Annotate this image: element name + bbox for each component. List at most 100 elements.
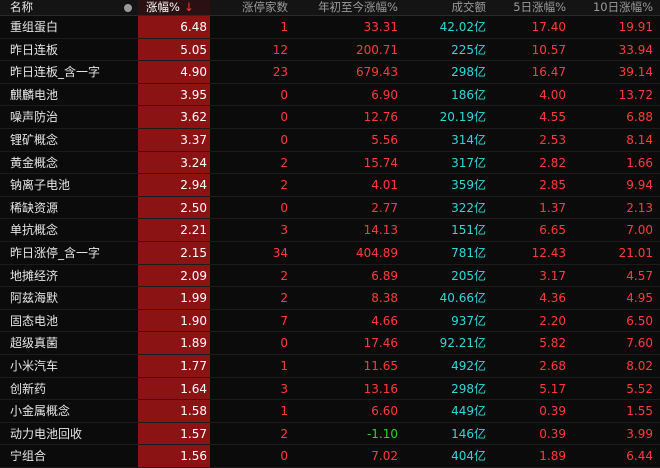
row-limit-count: 3 [280, 223, 288, 238]
column-header-name[interactable]: 名称 [0, 0, 118, 15]
row-pct: 3.62 [138, 106, 210, 128]
row-5d: 5.82 [539, 336, 566, 351]
column-header-dot[interactable] [118, 0, 138, 15]
row-ytd: 4.66 [371, 313, 398, 328]
row-amount: 186亿 [451, 87, 486, 102]
row-dot [118, 287, 138, 309]
row-dot [118, 152, 138, 174]
row-10d: 39.14 [618, 65, 653, 80]
table-row[interactable]: 固态电池 1.90 7 4.66 937亿 2.20 6.50 [0, 309, 660, 333]
row-dot [118, 265, 138, 287]
row-pct: 1.58 [138, 400, 210, 422]
row-limit-count: 0 [280, 200, 288, 215]
row-10d: 21.01 [618, 245, 653, 260]
table-row[interactable]: 地摊经济 2.09 2 6.89 205亿 3.17 4.57 [0, 264, 660, 288]
row-pct: 3.95 [138, 83, 210, 106]
row-pct: 2.15 [138, 241, 210, 264]
table-row[interactable]: 阿兹海默 1.99 2 8.38 40.66亿 4.36 4.95 [0, 287, 660, 310]
row-ytd: 679.43 [356, 65, 398, 80]
column-header-amount[interactable]: 成交额 [400, 0, 488, 15]
row-5d: 4.00 [539, 87, 566, 102]
column-header-10d[interactable]: 10日涨幅% [568, 0, 660, 15]
row-5d: 0.39 [539, 404, 566, 419]
table-row[interactable]: 昨日连板_含一字 4.90 23 679.43 298亿 16.47 39.14 [0, 61, 660, 84]
table-row[interactable]: 动力电池回收 1.57 2 -1.10 146亿 0.39 3.99 [0, 422, 660, 446]
row-name: 地摊经济 [10, 268, 59, 283]
table-row[interactable]: 黄金概念 3.24 2 15.74 317亿 2.82 1.66 [0, 151, 660, 175]
table-row[interactable]: 麒麟电池 3.95 0 6.90 186亿 4.00 13.72 [0, 83, 660, 107]
table-row[interactable]: 稀缺资源 2.50 0 2.77 322亿 1.37 2.13 [0, 196, 660, 220]
row-10d: 6.50 [626, 313, 653, 328]
row-ytd: 12.76 [363, 110, 398, 125]
column-header-ytd[interactable]: 年初至今涨幅% [290, 0, 400, 15]
row-dot [118, 400, 138, 422]
row-dot [118, 84, 138, 106]
row-10d: 6.88 [626, 110, 653, 125]
table-row[interactable]: 昨日连板 5.05 12 200.71 225亿 10.57 33.94 [0, 38, 660, 62]
row-limit-count: 3 [280, 381, 288, 396]
row-10d: 2.13 [626, 200, 653, 215]
row-pct: 4.90 [138, 61, 210, 83]
table-row[interactable]: 超级真菌 1.89 0 17.46 92.21亿 5.82 7.60 [0, 332, 660, 355]
row-limit-count: 0 [280, 132, 288, 147]
column-header-pct[interactable]: 涨幅% ↓ [138, 0, 210, 15]
row-amount: 322亿 [451, 200, 486, 215]
table-row[interactable]: 小米汽车 1.77 1 11.65 492亿 2.68 8.02 [0, 354, 660, 378]
row-5d: 0.39 [539, 426, 566, 441]
row-pct: 1.77 [138, 354, 210, 377]
table-row[interactable]: 钠离子电池 2.94 2 4.01 359亿 2.85 9.94 [0, 174, 660, 197]
row-name: 固态电池 [10, 313, 59, 328]
row-name: 动力电池回收 [10, 426, 83, 441]
row-dot [118, 197, 138, 219]
row-pct: 2.21 [138, 219, 210, 241]
row-pct: 1.89 [138, 332, 210, 354]
row-name: 黄金概念 [10, 155, 59, 170]
column-header-limit-count[interactable]: 涨停家数 [210, 0, 290, 15]
table-row[interactable]: 重组蛋白 6.48 1 33.31 42.02亿 17.40 19.91 [0, 16, 660, 39]
row-5d: 6.65 [539, 223, 566, 238]
row-amount: 298亿 [451, 65, 486, 80]
row-amount: 225亿 [451, 42, 486, 57]
row-5d: 10.57 [531, 42, 566, 57]
row-dot [118, 378, 138, 400]
table-row[interactable]: 昨日涨停_含一字 2.15 34 404.89 781亿 12.43 21.01 [0, 241, 660, 265]
row-5d: 2.85 [539, 178, 566, 193]
row-amount: 317亿 [451, 155, 486, 170]
row-10d: 1.55 [626, 404, 653, 419]
row-ytd: 2.77 [371, 200, 398, 215]
row-limit-count: 7 [280, 313, 288, 328]
row-dot [118, 106, 138, 128]
table-row[interactable]: 锂矿概念 3.37 0 5.56 314亿 2.53 8.14 [0, 128, 660, 152]
row-limit-count: 0 [280, 110, 288, 125]
row-ytd: 6.60 [371, 404, 398, 419]
row-pct: 1.57 [138, 422, 210, 445]
row-limit-count: 1 [280, 20, 288, 34]
row-dot [118, 174, 138, 196]
row-limit-count: 0 [280, 336, 288, 351]
column-header-5d[interactable]: 5日涨幅% [488, 0, 568, 15]
row-10d: 13.72 [618, 87, 653, 102]
row-dot [118, 61, 138, 83]
row-pct: 2.50 [138, 196, 210, 219]
row-name: 重组蛋白 [10, 20, 59, 34]
row-dot [118, 39, 138, 61]
table-body: 重组蛋白 6.48 1 33.31 42.02亿 17.40 19.91 昨日连板 5.05 12… [0, 16, 660, 468]
table-header: 名称 涨幅% ↓ 涨停家数 年初至今涨幅% 成交额 5日涨幅% 10日涨幅% [0, 0, 660, 16]
row-ytd: 13.16 [363, 381, 398, 396]
row-10d: 7.00 [626, 223, 653, 238]
row-pct: 1.99 [138, 287, 210, 309]
table-row[interactable]: 宁组合 1.56 0 7.02 404亿 1.89 6.44 [0, 445, 660, 468]
table-row[interactable]: 小金属概念 1.58 1 6.60 449亿 0.39 1.55 [0, 400, 660, 423]
table-row[interactable]: 噪声防治 3.62 0 12.76 20.19亿 4.55 6.88 [0, 106, 660, 129]
row-limit-count: 34 [272, 245, 288, 260]
row-5d: 1.89 [539, 449, 566, 464]
table-row[interactable]: 单抗概念 2.21 3 14.13 151亿 6.65 7.00 [0, 219, 660, 242]
row-5d: 4.36 [539, 291, 566, 306]
row-10d: 19.91 [618, 20, 653, 34]
table-row[interactable]: 创新药 1.64 3 13.16 298亿 5.17 5.52 [0, 377, 660, 401]
row-10d: 6.44 [626, 449, 653, 464]
row-ytd: 6.89 [371, 268, 398, 283]
row-5d: 4.55 [539, 110, 566, 125]
row-amount: 492亿 [451, 358, 486, 373]
row-amount: 146亿 [451, 426, 486, 441]
